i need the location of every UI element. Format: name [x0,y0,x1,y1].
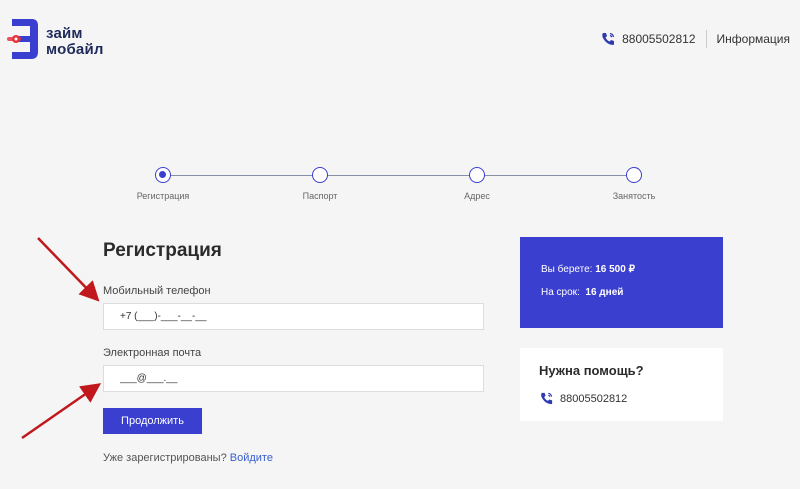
step-employment: Занятость [584,166,684,201]
login-link[interactable]: Войдите [230,452,273,464]
step-label: Регистрация [136,191,190,201]
annotation-arrow-phone [37,237,100,302]
loan-summary-card: Вы берете: 16 500 ₽ На срок: 16 дней [520,237,723,328]
loan-term-label: На срок: [541,287,580,298]
phone-input[interactable] [103,303,484,330]
logo-line-1: займ [46,25,83,42]
step-passport: Паспорт [270,166,370,201]
step-registration: Регистрация [113,166,213,201]
help-card: Нужна помощь? 88005502812 [520,348,723,421]
help-phone-row: 88005502812 [539,391,723,406]
email-input[interactable] [103,365,484,392]
stepper-line [163,175,634,176]
help-phone-link[interactable]: 88005502812 [560,393,627,405]
step-dot [312,167,328,183]
login-prompt-text: Уже зарегистрированы? [103,452,227,464]
header-divider [705,30,707,48]
header-phone-link[interactable]: 88005502812 [622,32,695,46]
step-address: Адрес [427,166,527,201]
progress-stepper: Регистрация Паспорт Адрес Занятость [0,166,800,206]
info-link[interactable]: Информация [717,32,790,46]
loan-amount-row: Вы берете: 16 500 ₽ [541,264,723,275]
step-dot-active [155,167,171,183]
annotation-arrow-email [21,383,102,440]
phone-label: Мобильный телефон [103,285,211,297]
logo-mark-icon [7,19,38,59]
loan-amount-value: 16 500 ₽ [595,264,635,275]
logo[interactable]: займ мобайл [6,16,116,62]
continue-button[interactable]: Продолжить [103,408,202,434]
step-dot [469,167,485,183]
header-contacts: 88005502812 Информация [600,30,790,48]
help-title: Нужна помощь? [539,363,644,378]
step-dot [626,167,642,183]
loan-amount-label: Вы берете: [541,264,593,275]
phone-icon [602,32,615,45]
logo-line-2: мобайл [46,41,104,58]
step-label: Паспорт [302,191,338,201]
phone-icon [541,392,553,405]
login-prompt: Уже зарегистрированы? Войдите [103,452,273,464]
loan-term-row: На срок: 16 дней [541,287,723,298]
logo-text: займ мобайл [46,26,104,58]
step-label: Занятость [612,191,656,201]
page-title: Регистрация [103,240,222,261]
step-label: Адрес [464,191,490,201]
loan-term-value: 16 дней [585,287,624,298]
email-label: Электронная почта [103,347,202,359]
